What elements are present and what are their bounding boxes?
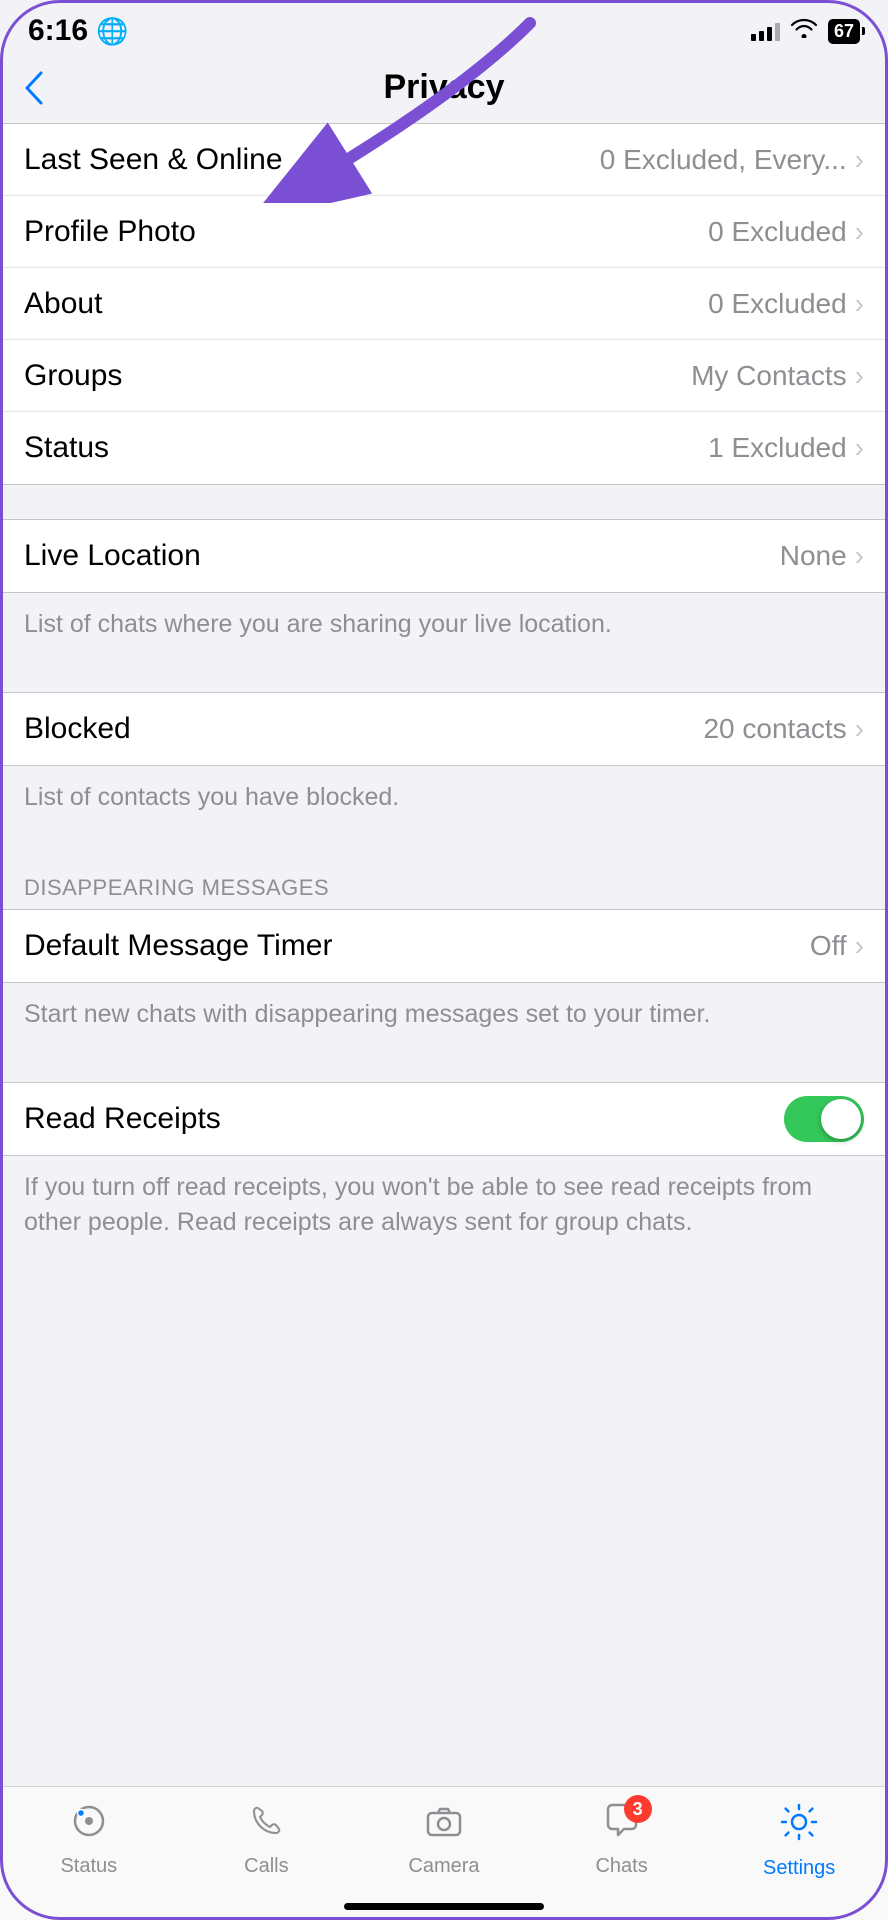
default-timer-value: Off bbox=[810, 930, 847, 962]
chevron-icon: › bbox=[855, 930, 864, 962]
status-privacy-value-group: 1 Excluded › bbox=[708, 432, 864, 464]
section-gap-3 bbox=[0, 831, 888, 865]
read-receipts-section: Read Receipts bbox=[0, 1082, 888, 1156]
live-location-row[interactable]: Live Location None › bbox=[0, 520, 888, 592]
chats-tab-icon: 3 bbox=[602, 1801, 642, 1851]
live-location-description: List of chats where you are sharing your… bbox=[0, 593, 888, 658]
groups-value-group: My Contacts › bbox=[691, 360, 864, 392]
chevron-icon: › bbox=[855, 216, 864, 248]
chevron-icon: › bbox=[855, 360, 864, 392]
last-seen-value-group: 0 Excluded, Every... › bbox=[600, 144, 864, 176]
status-privacy-label: Status bbox=[24, 431, 109, 465]
default-timer-description: Start new chats with disappearing messag… bbox=[0, 983, 888, 1048]
tab-settings[interactable]: Settings bbox=[710, 1801, 888, 1920]
chevron-icon: › bbox=[855, 288, 864, 320]
blocked-row[interactable]: Blocked 20 contacts › bbox=[0, 693, 888, 765]
live-location-section: Live Location None › bbox=[0, 519, 888, 593]
arrow-annotation bbox=[150, 3, 570, 203]
status-privacy-row[interactable]: Status 1 Excluded › bbox=[0, 412, 888, 484]
status-icons: 67 bbox=[751, 18, 860, 44]
status-tab-icon bbox=[69, 1801, 109, 1851]
camera-tab-label: Camera bbox=[408, 1855, 479, 1878]
chevron-icon: › bbox=[855, 144, 864, 176]
profile-photo-value-group: 0 Excluded › bbox=[708, 216, 864, 248]
read-receipts-toggle[interactable] bbox=[784, 1096, 864, 1142]
blocked-description: List of contacts you have blocked. bbox=[0, 766, 888, 831]
settings-tab-icon bbox=[778, 1801, 820, 1853]
battery-level: 67 bbox=[834, 21, 854, 42]
read-receipts-description: If you turn off read receipts, you won't… bbox=[0, 1156, 888, 1256]
tab-chats[interactable]: 3 Chats bbox=[533, 1801, 711, 1918]
profile-photo-row[interactable]: Profile Photo 0 Excluded › bbox=[0, 196, 888, 268]
about-label: About bbox=[24, 287, 102, 321]
time-text: 6:16 bbox=[28, 14, 88, 48]
status-tab-label: Status bbox=[60, 1855, 117, 1878]
chevron-icon: › bbox=[855, 432, 864, 464]
section-gap-4 bbox=[0, 1048, 888, 1082]
read-receipts-label: Read Receipts bbox=[24, 1102, 221, 1136]
camera-tab-icon bbox=[424, 1801, 464, 1851]
about-value-group: 0 Excluded › bbox=[708, 288, 864, 320]
groups-value: My Contacts bbox=[691, 360, 847, 392]
status-privacy-value: 1 Excluded bbox=[708, 432, 847, 464]
live-location-label: Live Location bbox=[24, 539, 201, 573]
globe-icon: 🌐 bbox=[96, 16, 128, 47]
default-timer-label: Default Message Timer bbox=[24, 929, 332, 963]
wifi-icon bbox=[790, 18, 818, 44]
content-area: Last Seen & Online 0 Excluded, Every... … bbox=[0, 123, 888, 1416]
section-gap-2 bbox=[0, 658, 888, 692]
live-location-value-group: None › bbox=[780, 540, 864, 572]
calls-tab-icon bbox=[246, 1801, 286, 1851]
home-indicator bbox=[344, 1903, 544, 1910]
blocked-section: Blocked 20 contacts › bbox=[0, 692, 888, 766]
status-time: 6:16 🌐 bbox=[28, 14, 128, 48]
default-timer-value-group: Off › bbox=[810, 930, 864, 962]
disappearing-section: Default Message Timer Off › bbox=[0, 909, 888, 983]
blocked-value-group: 20 contacts › bbox=[703, 713, 864, 745]
chevron-icon: › bbox=[855, 713, 864, 745]
profile-photo-value: 0 Excluded bbox=[708, 216, 847, 248]
settings-tab-label: Settings bbox=[763, 1857, 835, 1880]
last-seen-value: 0 Excluded, Every... bbox=[600, 144, 847, 176]
toggle-knob bbox=[821, 1099, 861, 1139]
read-receipts-row[interactable]: Read Receipts bbox=[0, 1083, 888, 1155]
groups-row[interactable]: Groups My Contacts › bbox=[0, 340, 888, 412]
back-button[interactable] bbox=[24, 71, 44, 105]
battery-indicator: 67 bbox=[828, 19, 860, 44]
live-location-value: None bbox=[780, 540, 847, 572]
calls-tab-label: Calls bbox=[244, 1855, 288, 1878]
section-gap-1 bbox=[0, 485, 888, 519]
tab-status[interactable]: Status bbox=[0, 1801, 178, 1918]
tab-calls[interactable]: Calls bbox=[178, 1801, 356, 1918]
chevron-icon: › bbox=[855, 540, 864, 572]
profile-photo-label: Profile Photo bbox=[24, 215, 196, 249]
groups-label: Groups bbox=[24, 359, 122, 393]
tab-camera[interactable]: Camera bbox=[355, 1801, 533, 1918]
about-row[interactable]: About 0 Excluded › bbox=[0, 268, 888, 340]
about-value: 0 Excluded bbox=[708, 288, 847, 320]
blocked-value: 20 contacts bbox=[703, 713, 846, 745]
tab-bar: Status Calls Camera 3 Chats bbox=[0, 1786, 888, 1920]
blocked-label: Blocked bbox=[24, 712, 131, 746]
chats-badge: 3 bbox=[624, 1795, 652, 1823]
disappearing-section-header: DISAPPEARING MESSAGES bbox=[0, 865, 888, 909]
default-timer-row[interactable]: Default Message Timer Off › bbox=[0, 910, 888, 982]
signal-bars bbox=[751, 21, 780, 41]
chats-tab-label: Chats bbox=[595, 1855, 647, 1878]
